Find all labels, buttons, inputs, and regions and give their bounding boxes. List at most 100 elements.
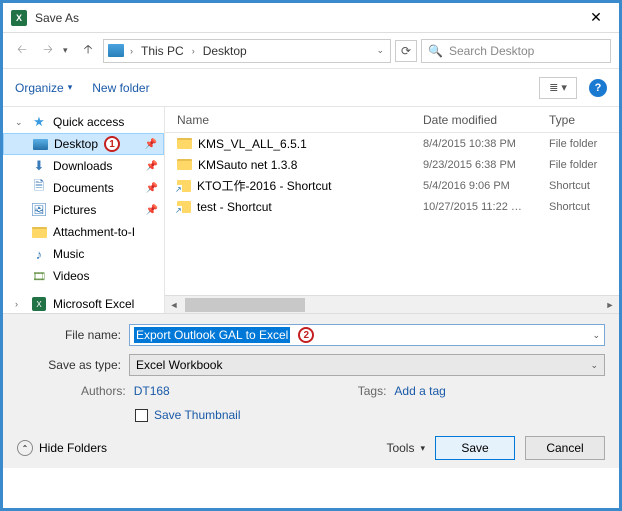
tree-attachment[interactable]: Attachment-to-I (3, 221, 164, 243)
column-type[interactable]: Type (549, 113, 619, 127)
column-headers: Name Date modified Type (165, 107, 619, 133)
titlebar: X Save As ✕ (3, 3, 619, 33)
tree-music[interactable]: ♪ Music (3, 243, 164, 265)
pictures-icon: 🖼 (31, 204, 47, 217)
desktop-icon (33, 139, 48, 150)
window-title: Save As (35, 11, 581, 25)
tree-downloads[interactable]: ⬇ Downloads 📌 (3, 155, 164, 177)
search-placeholder: Search Desktop (449, 44, 534, 58)
file-type: Shortcut (549, 201, 619, 213)
file-name: KMS_VL_ALL_6.5.1 (198, 137, 307, 151)
tags-label: Tags: (358, 384, 387, 398)
downloads-icon: ⬇ (31, 160, 47, 173)
save-thumbnail-checkbox[interactable] (135, 409, 148, 422)
breadcrumb[interactable]: › This PC › Desktop ⌄ (103, 39, 391, 63)
refresh-button[interactable]: ⟳ (395, 40, 417, 62)
pin-icon: 📌 (146, 205, 158, 216)
folder-icon (177, 159, 192, 170)
savetype-label: Save as type: (17, 358, 129, 372)
toolbar: Organize▾ New folder ≣ ▾ ? (3, 69, 619, 107)
pin-icon: 📌 (146, 183, 158, 194)
file-name: test - Shortcut (197, 200, 272, 214)
file-list: Name Date modified Type KMS_VL_ALL_6.5.1… (165, 107, 619, 313)
excel-icon: X (11, 10, 27, 26)
search-input[interactable]: 🔍 Search Desktop (421, 39, 611, 63)
shortcut-icon (177, 201, 191, 213)
search-icon: 🔍 (428, 44, 443, 58)
forward-button[interactable]: 🡢 (37, 40, 59, 62)
navbar: 🡠 🡢 ▾ 🡡 › This PC › Desktop ⌄ ⟳ 🔍 Search… (3, 33, 619, 69)
tree-pictures[interactable]: 🖼 Pictures 📌 (3, 199, 164, 221)
breadcrumb-thispc[interactable]: This PC (139, 44, 186, 58)
file-type: Shortcut (549, 180, 619, 192)
chevron-down-icon[interactable]: ⌄ (374, 45, 386, 56)
content-area: ⌄ ★ Quick access Desktop 1 📌 ⬇ Downloads… (3, 107, 619, 313)
scroll-left-icon[interactable]: ◄ (165, 297, 183, 313)
column-name[interactable]: Name (177, 113, 423, 127)
organize-button[interactable]: Organize▾ (15, 81, 72, 95)
file-date: 10/27/2015 11:22 … (423, 201, 549, 213)
navigation-tree: ⌄ ★ Quick access Desktop 1 📌 ⬇ Downloads… (3, 107, 165, 313)
caret-up-icon: ⌃ (17, 440, 33, 456)
file-type: File folder (549, 138, 619, 150)
chevron-right-icon: › (15, 299, 25, 309)
file-row[interactable]: KTO工作-2016 - Shortcut 5/4/2016 9:06 PMSho… (165, 175, 619, 196)
tree-documents[interactable]: 🗎 Documents 📌 (3, 177, 164, 199)
newfolder-button[interactable]: New folder (92, 81, 149, 95)
file-name: KTO工作-2016 - Shortcut (197, 177, 332, 194)
save-button[interactable]: Save (435, 436, 515, 460)
filename-input[interactable]: Export Outlook GAL to Excel 2 ⌄ (129, 324, 605, 346)
column-date[interactable]: Date modified (423, 113, 549, 127)
chevron-right-icon: › (190, 46, 197, 56)
scrollbar-thumb[interactable] (185, 298, 305, 312)
filename-label: File name: (17, 328, 129, 342)
folder-icon (32, 227, 47, 238)
music-icon: ♪ (31, 248, 47, 261)
tree-videos[interactable]: 🎞 Videos (3, 265, 164, 287)
file-date: 5/4/2016 9:06 PM (423, 180, 549, 192)
history-dropdown[interactable]: ▾ (63, 45, 73, 56)
file-row[interactable]: KMSauto net 1.3.8 9/23/2015 6:38 PMFile f… (165, 154, 619, 175)
authors-value[interactable]: DT168 (134, 384, 170, 398)
tree-desktop[interactable]: Desktop 1 📌 (3, 133, 164, 155)
file-date: 9/23/2015 6:38 PM (423, 159, 549, 171)
authors-label: Authors: (81, 384, 126, 398)
tree-msexcel[interactable]: › X Microsoft Excel (3, 293, 164, 313)
chevron-right-icon: › (128, 46, 135, 56)
close-button[interactable]: ✕ (581, 6, 611, 30)
file-date: 8/4/2015 10:38 PM (423, 138, 549, 150)
annotation-1: 1 (104, 136, 120, 152)
thispc-icon (108, 44, 124, 57)
savetype-select[interactable]: Excel Workbook ⌄ (129, 354, 605, 376)
file-name: KMSauto net 1.3.8 (198, 158, 297, 172)
file-row[interactable]: test - Shortcut 10/27/2015 11:22 …Shortcu… (165, 196, 619, 217)
tags-value[interactable]: Add a tag (394, 384, 445, 398)
shortcut-icon (177, 180, 191, 192)
excel-icon: X (31, 298, 47, 311)
videos-icon: 🎞 (31, 270, 47, 283)
help-icon[interactable]: ? (589, 79, 607, 97)
chevron-down-icon[interactable]: ⌄ (590, 360, 598, 371)
cancel-button[interactable]: Cancel (525, 436, 605, 460)
file-row[interactable]: KMS_VL_ALL_6.5.1 8/4/2015 10:38 PMFile fo… (165, 133, 619, 154)
up-button[interactable]: 🡡 (77, 40, 99, 62)
pin-icon: 📌 (145, 139, 157, 150)
documents-icon: 🗎 (31, 182, 47, 195)
chevron-down-icon: ⌄ (15, 117, 25, 128)
tree-quick-access[interactable]: ⌄ ★ Quick access (3, 111, 164, 133)
breadcrumb-desktop[interactable]: Desktop (201, 44, 249, 58)
folder-icon (177, 138, 192, 149)
bottom-panel: File name: Export Outlook GAL to Excel 2… (3, 313, 619, 468)
star-icon: ★ (31, 116, 47, 129)
tools-button[interactable]: Tools▾ (386, 441, 425, 455)
hide-folders-button[interactable]: ⌃ Hide Folders (17, 440, 107, 456)
chevron-down-icon[interactable]: ⌄ (592, 330, 600, 341)
horizontal-scrollbar[interactable]: ◄ ► (165, 295, 619, 313)
save-thumbnail-label[interactable]: Save Thumbnail (154, 408, 241, 422)
scroll-right-icon[interactable]: ► (601, 297, 619, 313)
annotation-2: 2 (298, 327, 314, 343)
pin-icon: 📌 (146, 161, 158, 172)
file-type: File folder (549, 159, 619, 171)
view-button[interactable]: ≣ ▾ (539, 77, 577, 99)
back-button[interactable]: 🡠 (11, 40, 33, 62)
